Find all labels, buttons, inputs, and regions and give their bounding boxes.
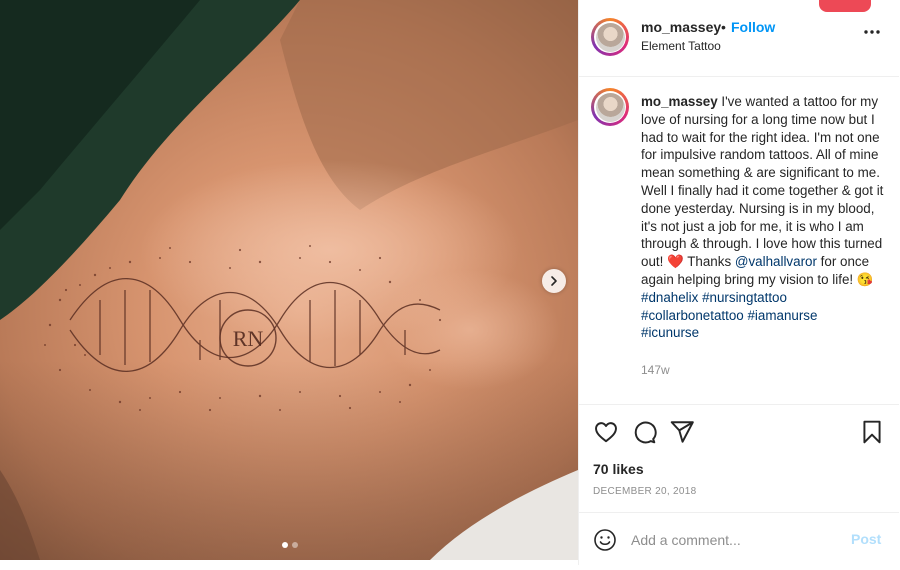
header-username-link[interactable]: mo_massey — [641, 19, 721, 35]
avatar-photo — [595, 22, 625, 52]
kiss-emoji: 😘 — [856, 271, 874, 287]
comment-bar: Post — [579, 512, 899, 566]
avatar-photo — [595, 92, 625, 122]
caption-text: mo_massey I've wanted a tattoo for my lo… — [641, 93, 887, 342]
post-date: DECEMBER 20, 2018 — [593, 486, 697, 497]
header-separator: • — [721, 19, 726, 35]
post-comment-button[interactable]: Post — [851, 531, 881, 547]
post-modal: RN mo_massey • Follow Element Tattoo mo_… — [0, 0, 900, 570]
caption-body-2: Thanks — [683, 254, 735, 270]
emoji-smile-icon[interactable] — [593, 528, 617, 552]
chevron-right-icon — [551, 276, 557, 286]
caption-area: mo_massey I've wanted a tattoo for my lo… — [579, 77, 899, 402]
likes-count[interactable]: 70 likes — [593, 461, 644, 477]
heart-emoji: ❤️ — [667, 254, 684, 270]
carousel-indicator — [282, 542, 298, 548]
comment-icon[interactable] — [631, 419, 657, 445]
hashtag-link[interactable]: #dnahelix — [641, 290, 698, 305]
post-header: mo_massey • Follow Element Tattoo — [579, 0, 899, 77]
location-link[interactable]: Element Tattoo — [641, 39, 721, 53]
caption-time-ago: 147w — [641, 363, 670, 377]
hashtag-link[interactable]: #nursingtattoo — [702, 290, 787, 305]
caption-avatar[interactable] — [591, 88, 629, 126]
carousel-next-button[interactable] — [542, 269, 566, 293]
hashtag-link[interactable]: #icunurse — [641, 325, 699, 340]
mention-link[interactable]: @valhallvaror — [735, 254, 817, 269]
post-side-panel: mo_massey • Follow Element Tattoo mo_mas… — [578, 0, 899, 565]
tattoo-rn-text: RN — [233, 326, 264, 351]
hashtag-link[interactable]: #collarbonetattoo — [641, 308, 744, 323]
hashtag-link[interactable]: #iamanurse — [747, 308, 817, 323]
follow-button[interactable]: Follow — [731, 19, 775, 35]
tattoo-photo: RN — [0, 0, 578, 560]
post-media[interactable]: RN — [0, 0, 578, 560]
more-horizontal-icon[interactable] — [862, 22, 882, 42]
heart-icon[interactable] — [593, 419, 619, 445]
carousel-dot-active — [282, 542, 288, 548]
bookmark-icon[interactable] — [859, 419, 885, 445]
carousel-dot — [292, 542, 298, 548]
caption-body-1: I've wanted a tattoo for my love of nurs… — [641, 94, 884, 270]
caption-username-link[interactable]: mo_massey — [641, 94, 718, 109]
avatar[interactable] — [591, 18, 629, 56]
share-icon[interactable] — [669, 419, 695, 445]
comment-input[interactable] — [629, 525, 833, 555]
post-actions: 70 likes DECEMBER 20, 2018 Post — [579, 404, 899, 565]
